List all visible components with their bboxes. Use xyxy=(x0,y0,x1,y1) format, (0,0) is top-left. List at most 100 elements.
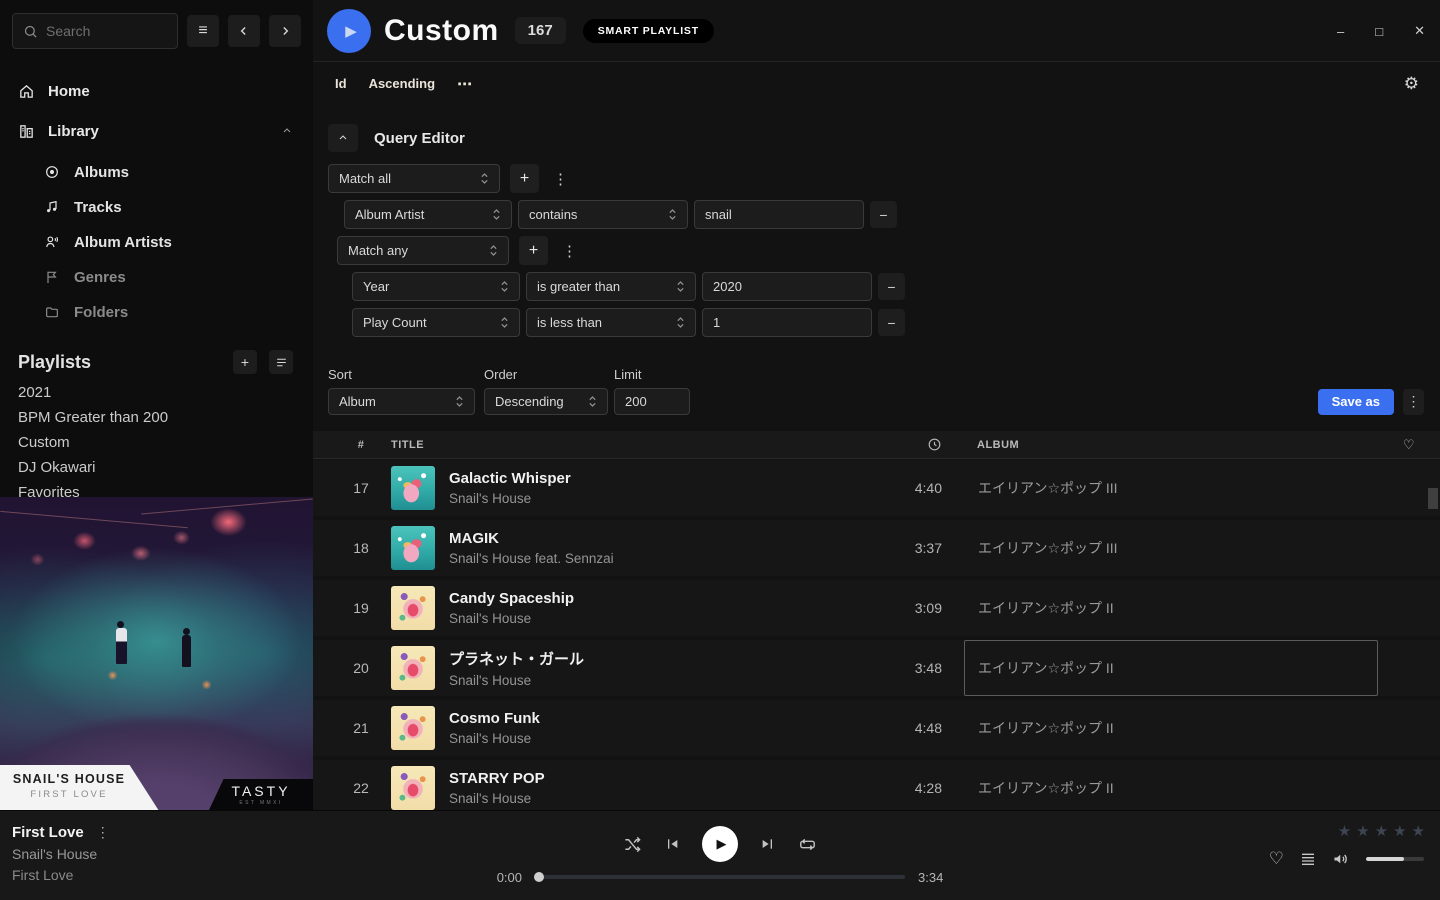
track-album-cell[interactable]: エイリアン☆ポップ III xyxy=(964,520,1378,576)
column-favorite[interactable]: ♡ xyxy=(1378,437,1440,453)
rule-value-input[interactable] xyxy=(702,308,872,337)
play-playlist-button[interactable]: ▶ xyxy=(327,9,371,53)
sidebar-item-label: Tracks xyxy=(74,199,122,216)
table-row[interactable]: 21 Cosmo Funk Snail's House 4:48 エイリアン☆ポ… xyxy=(313,700,1440,756)
search-box[interactable] xyxy=(12,13,178,49)
back-button[interactable] xyxy=(228,15,260,47)
column-album[interactable]: ALBUM xyxy=(964,439,1378,451)
scrollbar-thumb[interactable] xyxy=(1428,488,1438,509)
collapse-query-button[interactable] xyxy=(328,124,358,152)
save-menu-button[interactable]: ⋮ xyxy=(1403,389,1424,415)
match-type-select[interactable]: Match all xyxy=(328,164,500,193)
table-row[interactable]: 18 MAGIK Snail's House feat. Sennzai 3:3… xyxy=(313,520,1440,576)
minimize-button[interactable]: – xyxy=(1337,24,1344,39)
remove-rule-button[interactable]: − xyxy=(878,273,905,300)
playlist-item[interactable]: 2021 xyxy=(18,380,295,405)
menu-button[interactable]: ≡ xyxy=(187,15,219,47)
limit-input[interactable] xyxy=(614,388,690,415)
track-art-thumbnail xyxy=(391,706,435,750)
rule-field-select[interactable]: Album Artist xyxy=(344,200,512,229)
maximize-button[interactable]: □ xyxy=(1375,24,1383,39)
star-icon[interactable]: ★ xyxy=(1338,822,1351,840)
column-number[interactable]: # xyxy=(337,439,385,451)
table-row[interactable]: 20 プラネット・ガール Snail's House 3:48 エイリアン☆ポッ… xyxy=(313,640,1440,696)
track-album-cell[interactable]: エイリアン☆ポップ II xyxy=(964,640,1378,696)
table-row[interactable]: 17 Galactic Whisper Snail's House 4:40 エ… xyxy=(313,460,1440,516)
group-menu-button[interactable]: ⋮ xyxy=(549,170,572,188)
queue-button[interactable] xyxy=(1300,852,1316,866)
sidebar-item-library[interactable]: Library xyxy=(18,119,293,143)
select-caret-icon xyxy=(588,394,597,409)
playlist-item[interactable]: BPM Greater than 200 xyxy=(18,405,295,430)
sidebar-item-home[interactable]: Home xyxy=(18,79,293,103)
table-row[interactable]: 19 Candy Spaceship Snail's House 3:09 エイ… xyxy=(313,580,1440,636)
sidebar-item-album-artists[interactable]: Album Artists xyxy=(44,230,293,254)
gear-icon[interactable]: ⚙ xyxy=(1404,74,1419,94)
forward-button[interactable] xyxy=(269,15,301,47)
volume-slider[interactable] xyxy=(1366,857,1424,861)
select-caret-icon xyxy=(455,394,464,409)
track-duration: 4:28 xyxy=(886,780,942,796)
track-album-cell[interactable]: エイリアン☆ポップ II xyxy=(964,700,1378,756)
rule-operator-select[interactable]: is greater than xyxy=(526,272,696,301)
order-select[interactable]: Descending xyxy=(484,388,608,415)
search-input[interactable] xyxy=(46,23,167,39)
sidebar-item-folders[interactable]: Folders xyxy=(44,300,293,324)
more-options-button[interactable]: ⋯ xyxy=(457,75,473,93)
volume-icon[interactable] xyxy=(1332,851,1350,867)
now-playing-menu-button[interactable]: ⋮ xyxy=(96,824,110,841)
previous-button[interactable] xyxy=(664,836,680,852)
play-icon: ▶ xyxy=(717,836,727,852)
rule-value-input[interactable] xyxy=(694,200,864,229)
group-menu-button[interactable]: ⋮ xyxy=(558,242,581,260)
sidebar-item-albums[interactable]: Albums xyxy=(44,160,293,184)
close-button[interactable]: ✕ xyxy=(1414,23,1425,39)
sort-field-button[interactable]: Id xyxy=(335,76,347,91)
save-as-button[interactable]: Save as xyxy=(1318,389,1394,415)
column-title[interactable]: TITLE xyxy=(391,439,886,451)
track-title: Galactic Whisper xyxy=(449,470,571,487)
add-rule-button[interactable]: + xyxy=(519,236,548,265)
now-playing-info: First Love ⋮ Snail's House First Love xyxy=(12,824,110,883)
playlist-item[interactable]: Custom xyxy=(18,430,295,455)
rule-operator-select[interactable]: is less than xyxy=(526,308,696,337)
query-group-2: Match any + ⋮ xyxy=(337,236,1440,265)
play-button[interactable]: ▶ xyxy=(702,826,738,862)
remove-rule-button[interactable]: − xyxy=(870,201,897,228)
rule-value-input[interactable] xyxy=(702,272,872,301)
track-album: エイリアン☆ポップ II xyxy=(978,778,1114,798)
progress-bar[interactable] xyxy=(535,875,905,879)
chevron-up-icon[interactable] xyxy=(281,125,293,137)
rule-operator-select[interactable]: contains xyxy=(518,200,688,229)
playlist-item[interactable]: DJ Okawari xyxy=(18,455,295,480)
star-icon[interactable]: ★ xyxy=(1412,822,1425,840)
sidebar-item-genres[interactable]: Genres xyxy=(44,265,293,289)
track-album-cell[interactable]: エイリアン☆ポップ II xyxy=(964,760,1378,810)
next-button[interactable] xyxy=(760,836,776,852)
star-icon[interactable]: ★ xyxy=(1375,822,1388,840)
track-album-cell[interactable]: エイリアン☆ポップ II xyxy=(964,580,1378,636)
playlist-list: 2021BPM Greater than 200CustomDJ Okawari… xyxy=(0,374,313,505)
remove-rule-button[interactable]: − xyxy=(878,309,905,336)
track-number: 18 xyxy=(337,540,385,556)
star-icon[interactable]: ★ xyxy=(1356,822,1369,840)
column-duration[interactable] xyxy=(886,437,942,452)
sort-select[interactable]: Album xyxy=(328,388,475,415)
table-row[interactable]: 22 STARRY POP Snail's House 4:28 エイリアン☆ポ… xyxy=(313,760,1440,810)
rule-field-select[interactable]: Play Count xyxy=(352,308,520,337)
repeat-button[interactable] xyxy=(798,835,817,854)
playlist-list-button[interactable] xyxy=(269,350,293,374)
sidebar-item-tracks[interactable]: Tracks xyxy=(44,195,293,219)
rule-field-select[interactable]: Year xyxy=(352,272,520,301)
track-album-cell[interactable]: エイリアン☆ポップ III xyxy=(964,460,1378,516)
track-artist: Snail's House xyxy=(449,731,540,746)
play-icon: ▶ xyxy=(345,22,357,40)
sort-direction-button[interactable]: Ascending xyxy=(369,76,435,91)
progress-handle[interactable] xyxy=(534,872,544,882)
shuffle-button[interactable] xyxy=(623,835,642,854)
add-rule-button[interactable]: + xyxy=(510,164,539,193)
favorite-button[interactable]: ♡ xyxy=(1269,849,1284,869)
star-icon[interactable]: ★ xyxy=(1393,822,1406,840)
add-playlist-button[interactable]: + xyxy=(233,350,257,374)
match-type-select[interactable]: Match any xyxy=(337,236,509,265)
